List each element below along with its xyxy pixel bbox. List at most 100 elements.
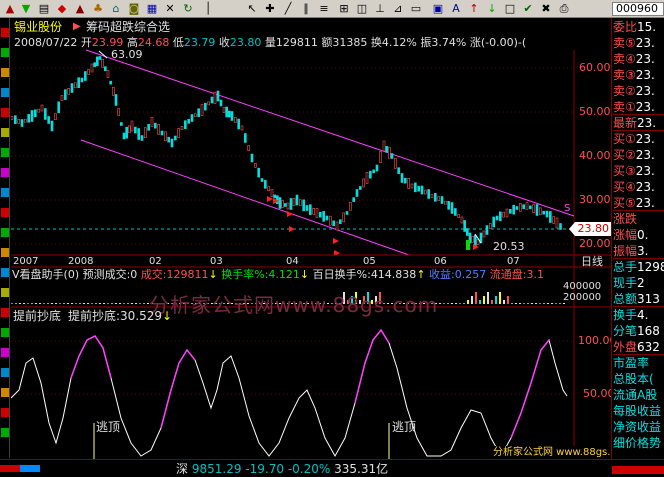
- side-row: 买①23.: [613, 132, 664, 147]
- candle: [70, 83, 74, 93]
- tool-icon[interactable]: [1, 348, 9, 357]
- tool-icon[interactable]: [1, 368, 9, 377]
- tool-icon[interactable]: [1, 48, 9, 57]
- heart-icon[interactable]: ▣: [430, 1, 446, 17]
- side-row-value: 23.: [635, 84, 655, 98]
- candle: [247, 145, 250, 151]
- current-price-tag: 23.80: [569, 222, 611, 236]
- candle: [312, 208, 315, 215]
- candle: [417, 185, 420, 192]
- volume-bar: [543, 303, 545, 304]
- volume-bar: [27, 303, 29, 304]
- tool-icon[interactable]: [1, 88, 9, 97]
- tool-icon[interactable]: [1, 308, 9, 317]
- chart-area[interactable]: 锡业股份 ▶ 筹码超跌综合选 2008/07/22 开23.99 高24.68 …: [11, 18, 632, 459]
- candle: [213, 92, 217, 104]
- candle: [539, 207, 542, 216]
- tool-icon[interactable]: [1, 248, 9, 257]
- tri-icon[interactable]: ▲: [72, 1, 88, 17]
- cursor-icon[interactable]: ↖: [244, 1, 260, 17]
- side-row-label: 最新: [613, 116, 638, 130]
- tool-icon[interactable]: [1, 328, 9, 337]
- folder-icon[interactable]: ◫: [354, 1, 370, 17]
- tool-icon[interactable]: [1, 388, 9, 397]
- grid-icon[interactable]: ▦: [144, 1, 160, 17]
- candle: [559, 223, 562, 230]
- measure-icon[interactable]: ∥: [298, 1, 314, 17]
- tool-icon[interactable]: [1, 108, 9, 117]
- tool-icon[interactable]: [1, 208, 9, 217]
- side-row-value: 23.: [635, 100, 655, 114]
- candle: [250, 153, 254, 163]
- candle: [98, 56, 102, 60]
- home-icon[interactable]: ⌂: [108, 1, 124, 17]
- box-icon[interactable]: □: [502, 1, 518, 17]
- osc-name: 提前抄底: [13, 309, 62, 323]
- candle: [147, 124, 150, 131]
- tool-icon[interactable]: [1, 408, 9, 417]
- flag-icon[interactable]: ⊞: [336, 1, 352, 17]
- tool-icon[interactable]: [1, 268, 9, 277]
- candle: [322, 211, 325, 222]
- arrow-down-icon[interactable]: ▼: [18, 1, 34, 17]
- document-icon[interactable]: ▤: [36, 1, 52, 17]
- candle: [305, 205, 309, 211]
- pen-icon[interactable]: ▭: [408, 1, 424, 17]
- side-row: 流通A股: [613, 388, 664, 403]
- candle: [87, 69, 90, 75]
- side-row-value: 313: [637, 292, 660, 306]
- monitor-icon[interactable]: ↓: [484, 1, 500, 17]
- candle: [509, 209, 512, 214]
- watermark: 分析家公式网www.88gs.com: [149, 293, 439, 317]
- volume-bar: [119, 303, 121, 304]
- chart-line-icon[interactable]: ╱: [280, 1, 296, 17]
- tool-icon[interactable]: [1, 128, 9, 137]
- tool-icon[interactable]: [1, 428, 9, 437]
- tool-icon[interactable]: [1, 228, 9, 237]
- tool-icon[interactable]: [1, 288, 9, 297]
- candle: [67, 88, 70, 95]
- stock-code-box[interactable]: 000960: [612, 2, 664, 16]
- candle: [60, 95, 64, 101]
- side-row-value: 0.: [637, 228, 649, 242]
- side-row-label: 现手: [613, 276, 638, 290]
- chart-icon[interactable]: ◆: [54, 1, 70, 17]
- print-icon[interactable]: ⎙: [556, 1, 572, 17]
- arrow-up-icon[interactable]: ▲: [2, 1, 18, 17]
- chart-svg: [11, 49, 611, 459]
- price-axis-50: 50.00: [579, 105, 611, 118]
- volume-bar: [43, 303, 45, 304]
- price-axis-20: 20.00: [579, 237, 611, 250]
- help-icon[interactable]: A: [448, 1, 464, 17]
- volume-bar: [123, 303, 125, 304]
- list-icon[interactable]: ↑: [466, 1, 482, 17]
- side-row-value: 23.: [635, 164, 655, 178]
- settings-icon[interactable]: ⊥: [372, 1, 388, 17]
- candle: [157, 124, 160, 135]
- candle: [30, 110, 34, 122]
- table-icon[interactable]: ⊿: [390, 1, 406, 17]
- cross-icon[interactable]: ✕: [162, 1, 178, 17]
- tool-icon[interactable]: [1, 188, 9, 197]
- candle: [502, 211, 505, 218]
- side-row-value: 23.: [635, 148, 655, 162]
- tool-icon[interactable]: [1, 68, 9, 77]
- volume-bar: [451, 303, 453, 304]
- tool-icon[interactable]: [1, 168, 9, 177]
- tool-icon[interactable]: [1, 28, 9, 37]
- lock-icon[interactable]: ◙: [126, 1, 142, 17]
- refresh-icon[interactable]: ↻: [180, 1, 196, 17]
- candle: [385, 146, 388, 153]
- volume-bar: [99, 303, 101, 304]
- candle: [375, 164, 379, 172]
- text-icon[interactable]: ≡: [316, 1, 332, 17]
- camera-icon[interactable]: ✔: [520, 1, 536, 17]
- magnifier-icon[interactable]: ✚: [262, 1, 278, 17]
- delete-icon[interactable]: ✖: [538, 1, 554, 17]
- tool-icon[interactable]: [1, 148, 9, 157]
- candle: [545, 210, 549, 218]
- side-row-value: 15.: [637, 20, 657, 34]
- bell-icon[interactable]: ♣: [90, 1, 106, 17]
- period-label[interactable]: 日线: [581, 255, 603, 268]
- volume-bar: [459, 303, 461, 304]
